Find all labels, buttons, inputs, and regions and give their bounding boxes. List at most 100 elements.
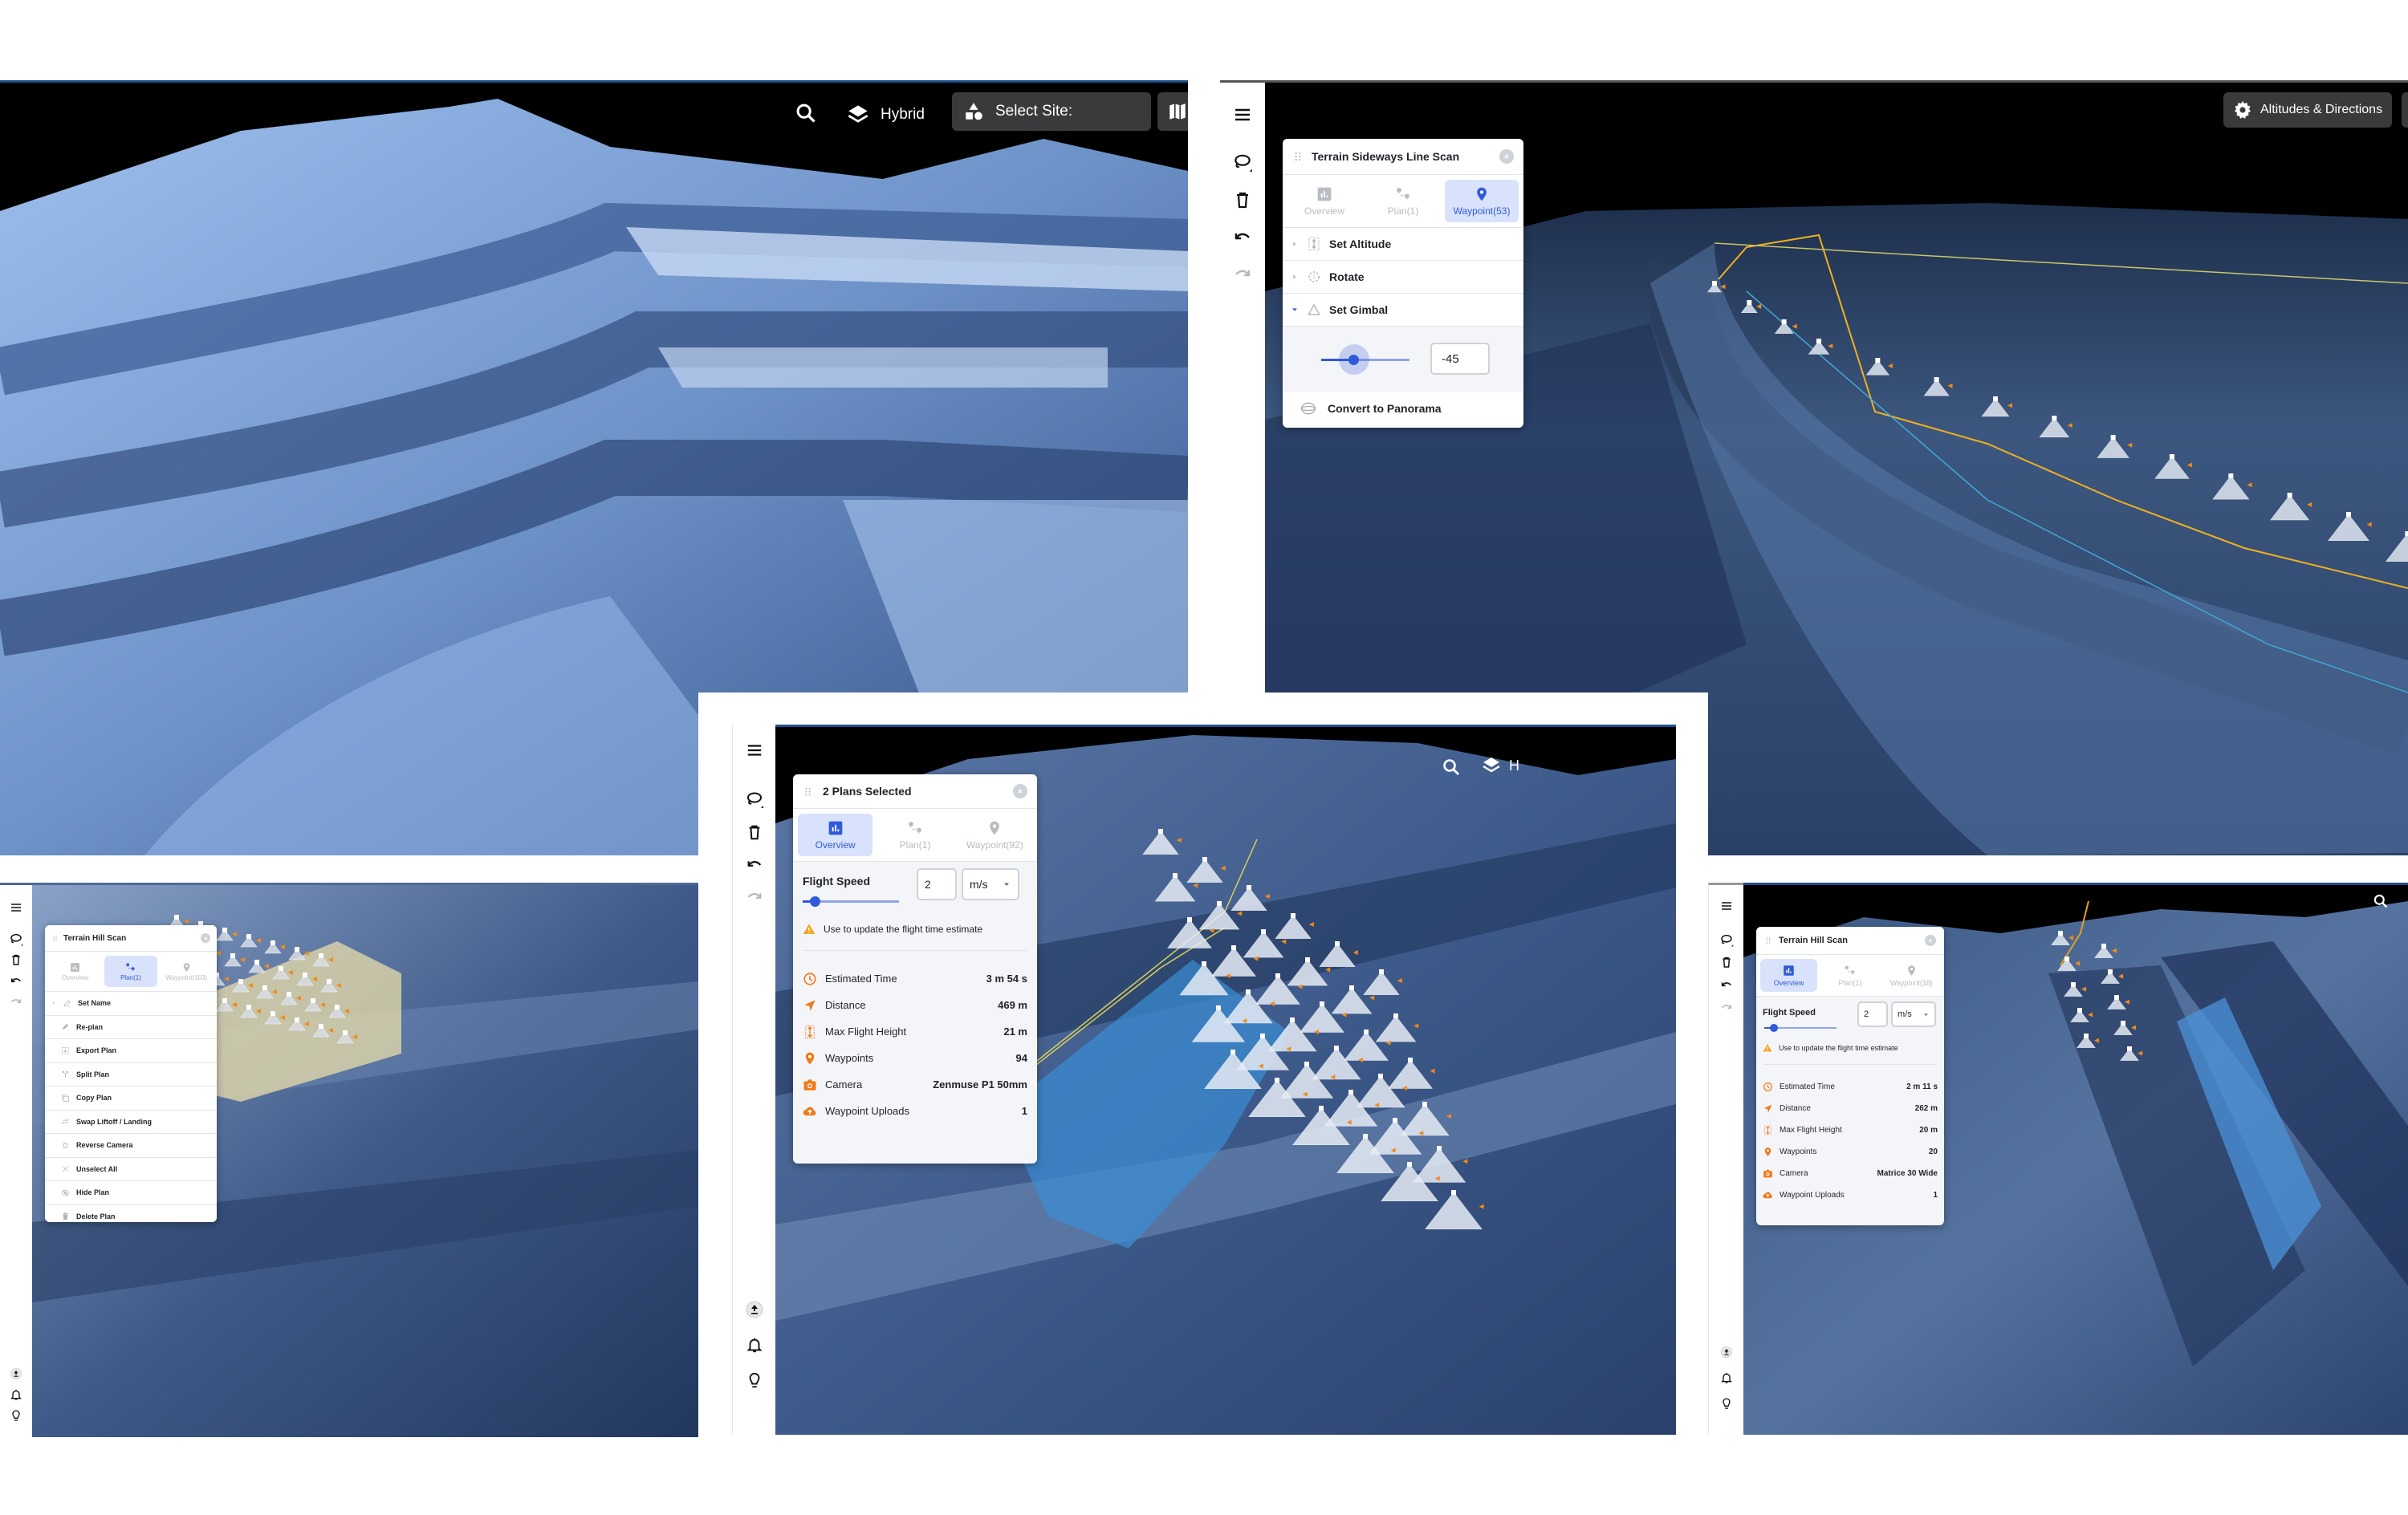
search-button[interactable] xyxy=(795,102,820,128)
altitudes-directions-button[interactable]: Altitudes & Directions xyxy=(2223,92,2392,128)
tab-waypoint[interactable]: Waypoint(103) xyxy=(161,956,213,987)
tab-plan[interactable]: Plan(1) xyxy=(1366,180,1440,222)
waypoint-marker[interactable] xyxy=(240,1005,261,1018)
plan-menu-item[interactable]: Hide Plan xyxy=(45,1181,217,1205)
waypoint-marker[interactable] xyxy=(2064,982,2087,997)
lasso-tool-button[interactable] xyxy=(738,784,771,816)
waypoint-marker[interactable] xyxy=(312,953,333,967)
tips-button[interactable] xyxy=(1715,1391,1738,1416)
menu-button[interactable] xyxy=(1715,895,1738,917)
lasso-tool-button[interactable] xyxy=(1226,147,1259,179)
waypoint-marker[interactable] xyxy=(288,947,309,961)
waypoint-marker[interactable] xyxy=(264,1011,285,1025)
notifications-button[interactable] xyxy=(5,1384,27,1405)
redo-button[interactable] xyxy=(5,991,27,1012)
speed-unit-select[interactable]: m/s xyxy=(1891,1001,1936,1027)
map-button[interactable] xyxy=(1157,92,1188,131)
notifications-button[interactable] xyxy=(1715,1365,1738,1391)
waypoint-marker[interactable] xyxy=(2328,512,2372,542)
tips-button[interactable] xyxy=(5,1405,27,1426)
plan-menu-item[interactable]: Reverse Camera xyxy=(45,1134,217,1158)
select-site-dropdown[interactable]: Select Site: xyxy=(952,92,1151,131)
waypoint-marker[interactable] xyxy=(280,992,301,1005)
drag-handle-icon[interactable] xyxy=(803,786,813,797)
flight-speed-slider-handle[interactable] xyxy=(810,896,821,907)
gimbal-angle-input[interactable]: -45 xyxy=(1430,343,1490,375)
waypoint-marker[interactable] xyxy=(1412,1146,1468,1183)
delete-button[interactable] xyxy=(5,949,27,970)
tab-plan[interactable]: Plan(1) xyxy=(877,814,952,856)
close-panel-button[interactable] xyxy=(1925,935,1936,946)
waypoint-marker[interactable] xyxy=(240,934,261,948)
redo-button[interactable] xyxy=(738,880,771,912)
set-gimbal-row[interactable]: Set Gimbal xyxy=(1283,294,1523,327)
waypoint-marker[interactable] xyxy=(1981,396,2013,417)
lasso-tool-button[interactable] xyxy=(1715,930,1738,951)
waypoint-marker[interactable] xyxy=(2076,1034,2100,1048)
waypoint-marker[interactable] xyxy=(1388,1058,1435,1089)
waypoint-marker[interactable] xyxy=(2051,931,2074,945)
rotate-row[interactable]: Rotate xyxy=(1283,261,1523,294)
waypoint-marker[interactable] xyxy=(272,966,293,980)
waypoint-marker[interactable] xyxy=(2101,969,2124,984)
waypoint-marker[interactable] xyxy=(2113,1021,2137,1035)
plan-menu-item[interactable]: Unselect All xyxy=(45,1157,217,1181)
waypoint-marker[interactable] xyxy=(2107,995,2130,1009)
upload-button[interactable] xyxy=(738,1292,771,1327)
speed-unit-select[interactable]: m/s xyxy=(962,868,1019,900)
waypoint-marker[interactable] xyxy=(1808,339,1833,355)
delete-button[interactable] xyxy=(1226,184,1259,216)
tab-overview[interactable]: Overview xyxy=(1760,959,1818,992)
delete-button[interactable] xyxy=(738,816,771,848)
undo-button[interactable] xyxy=(738,848,771,880)
menu-button[interactable] xyxy=(738,734,771,766)
waypoint-marker[interactable] xyxy=(264,940,285,954)
waypoint-marker[interactable] xyxy=(2386,531,2408,562)
undo-button[interactable] xyxy=(5,970,27,991)
redo-button[interactable] xyxy=(1226,258,1259,290)
tips-button[interactable] xyxy=(738,1363,771,1398)
redo-button[interactable] xyxy=(1715,996,1738,1018)
convert-panorama-button[interactable]: Convert to Panorama xyxy=(1283,392,1523,424)
waypoint-marker[interactable] xyxy=(1275,913,1314,939)
tab-waypoint[interactable]: Waypoint(92) xyxy=(958,814,1032,856)
tab-waypoint[interactable]: Waypoint(53) xyxy=(1445,180,1519,222)
toolbar-overflow-button[interactable] xyxy=(2402,92,2408,128)
waypoint-marker[interactable] xyxy=(2094,944,2117,958)
close-panel-button[interactable] xyxy=(1013,784,1027,798)
waypoint-marker[interactable] xyxy=(2097,435,2133,458)
waypoint-marker[interactable] xyxy=(232,979,253,993)
waypoint-marker[interactable] xyxy=(2154,454,2192,479)
waypoint-marker[interactable] xyxy=(2270,493,2312,521)
drag-handle-icon[interactable] xyxy=(51,935,59,942)
upload-button[interactable] xyxy=(1715,1339,1738,1365)
waypoint-marker[interactable] xyxy=(2212,473,2252,500)
waypoint-marker[interactable] xyxy=(1425,1190,1484,1230)
waypoint-marker[interactable] xyxy=(296,973,317,986)
flight-speed-input[interactable]: 2 xyxy=(917,868,957,900)
close-panel-button[interactable] xyxy=(1499,149,1514,164)
delete-button[interactable] xyxy=(1715,951,1738,973)
waypoint-marker[interactable] xyxy=(1706,281,1726,293)
waypoint-marker[interactable] xyxy=(328,1005,349,1018)
waypoint-marker[interactable] xyxy=(336,1030,357,1044)
tab-plan[interactable]: Plan(1) xyxy=(104,956,157,987)
plan-menu-item[interactable]: Export Plan xyxy=(45,1039,217,1063)
waypoint-marker[interactable] xyxy=(1363,969,1402,995)
waypoint-marker[interactable] xyxy=(2057,957,2081,971)
set-altitude-row[interactable]: Set Altitude xyxy=(1283,228,1523,261)
notifications-button[interactable] xyxy=(738,1327,771,1363)
waypoint-marker[interactable] xyxy=(1230,885,1270,911)
waypoint-marker[interactable] xyxy=(312,1024,333,1038)
waypoint-marker[interactable] xyxy=(304,998,325,1012)
tab-waypoint[interactable]: Waypoint(18) xyxy=(1883,959,1940,992)
tab-overview[interactable]: Overview xyxy=(49,956,101,987)
menu-button[interactable] xyxy=(5,896,27,919)
waypoint-marker[interactable] xyxy=(1774,319,1797,334)
layer-toggle-button[interactable]: Hybrid xyxy=(847,100,925,129)
tab-plan[interactable]: Plan(1) xyxy=(1821,959,1878,992)
plan-menu-item[interactable]: Split Plan xyxy=(45,1062,217,1086)
plan-menu-item[interactable]: Delete Plan xyxy=(45,1204,217,1222)
drag-handle-icon[interactable] xyxy=(1764,936,1772,944)
waypoint-marker[interactable] xyxy=(1375,1013,1419,1042)
